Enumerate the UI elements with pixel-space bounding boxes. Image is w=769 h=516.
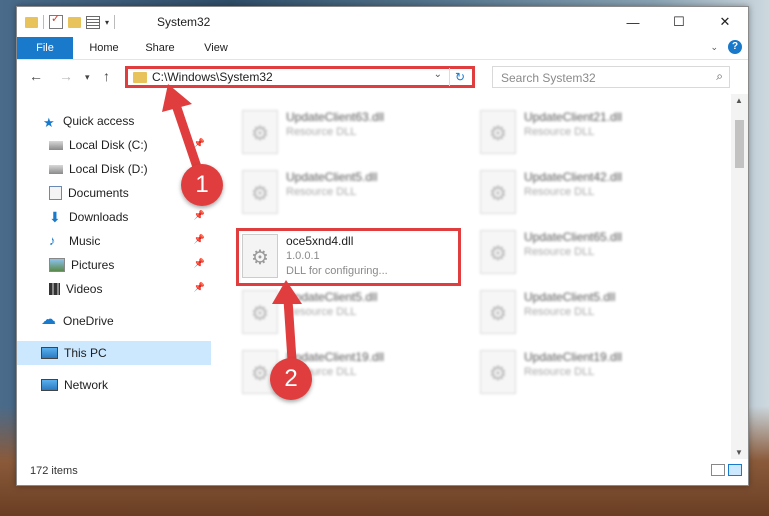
arrow-1 bbox=[162, 84, 203, 175]
step-badge-2: 2 bbox=[270, 358, 312, 400]
annotation-arrows bbox=[162, 84, 302, 365]
arrow-2 bbox=[272, 280, 302, 365]
step-badge-1: 1 bbox=[181, 164, 223, 206]
